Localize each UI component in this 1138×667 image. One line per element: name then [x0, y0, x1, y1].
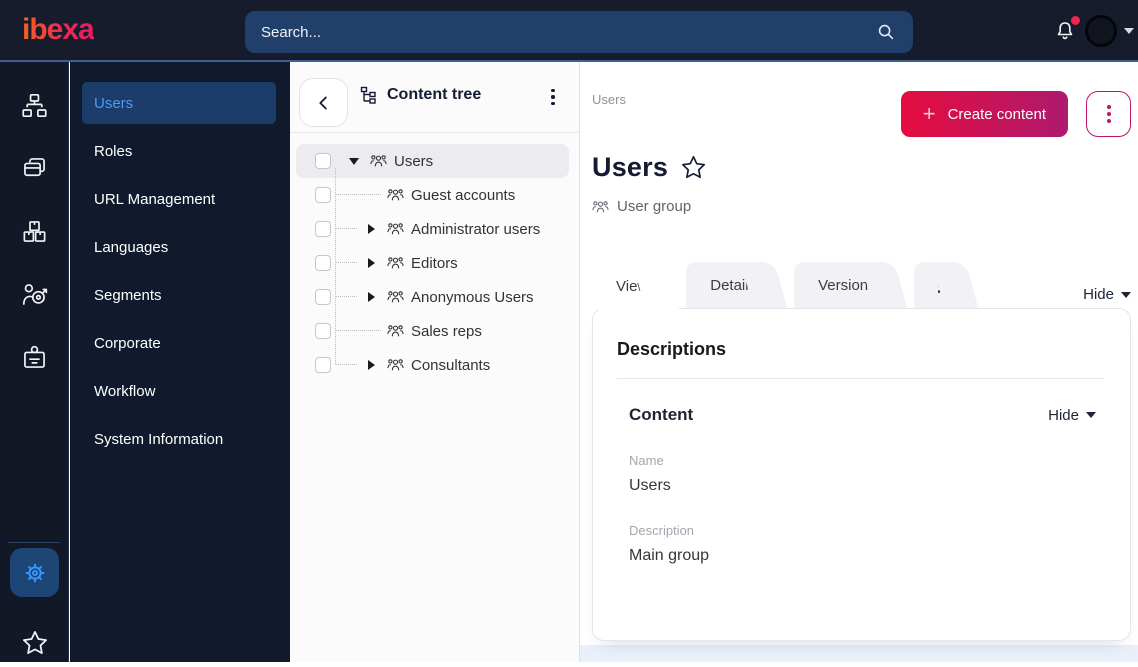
caret-collapsed-icon[interactable] — [364, 224, 378, 234]
caret-collapsed-icon[interactable] — [364, 292, 378, 302]
hide-all-toggle[interactable]: Hide — [1083, 286, 1131, 303]
view-tab-panel: Descriptions Content Hide Name Users Des… — [592, 308, 1131, 641]
rail-divider — [8, 542, 60, 543]
user-group-icon — [387, 187, 404, 203]
icon-rail — [0, 62, 69, 662]
search-icon[interactable] — [875, 21, 897, 43]
bottom-strip — [580, 645, 1138, 662]
caret-collapsed-icon[interactable] — [364, 258, 378, 268]
tab-bar: View Details Versions — [592, 262, 985, 310]
user-group-icon — [387, 323, 404, 339]
user-group-icon — [387, 255, 404, 271]
user-group-icon — [387, 357, 404, 373]
user-group-icon — [592, 200, 609, 212]
user-group-icon — [370, 153, 387, 169]
user-menu-caret-icon[interactable] — [1124, 28, 1134, 34]
hide-label: Hide — [1048, 406, 1079, 424]
tree-row-guest-accounts[interactable]: Guest accounts — [296, 178, 569, 212]
global-search[interactable] — [245, 11, 913, 53]
main-content: Users + Create content Users User group … — [580, 62, 1138, 662]
field-name: Name Users — [629, 453, 1104, 495]
tree-row-administrator-users[interactable]: Administrator users — [296, 212, 569, 246]
user-avatar[interactable] — [1085, 15, 1117, 47]
tree-children: Guest accounts Administrator users Edito… — [290, 168, 579, 382]
sidebar-item-url-management[interactable]: URL Management — [82, 178, 276, 220]
content-type-label: User group — [617, 198, 692, 215]
sidebar-item-roles[interactable]: Roles — [82, 130, 276, 172]
caret-expanded-icon[interactable] — [347, 157, 361, 165]
tree-row-users[interactable]: Users — [296, 144, 569, 178]
sidebar-item-users[interactable]: Users — [82, 82, 276, 124]
search-input[interactable] — [261, 23, 875, 41]
tab-details[interactable]: Details — [686, 262, 765, 308]
field-label: Description — [629, 523, 695, 538]
checkbox[interactable] — [315, 153, 331, 169]
card-divider — [617, 378, 1104, 379]
tree-row-consultants[interactable]: Consultants — [296, 348, 569, 382]
tab-view[interactable]: View — [592, 262, 657, 310]
pages-icon[interactable] — [5, 137, 63, 200]
sidebar-item-segments[interactable]: Segments — [82, 274, 276, 316]
personalization-icon[interactable] — [5, 263, 63, 326]
checkbox[interactable] — [315, 323, 331, 339]
topbar: ibexa — [0, 0, 1138, 62]
tree-row-sales-reps[interactable]: Sales reps — [296, 314, 569, 348]
create-content-label: Create content — [947, 105, 1046, 123]
user-group-icon — [387, 221, 404, 237]
products-icon[interactable] — [5, 200, 63, 263]
admin-sidebar: Users Roles URL Management Languages Seg… — [70, 62, 290, 662]
settings-gear-icon[interactable] — [10, 548, 59, 597]
bookmark-star-icon[interactable] — [680, 154, 707, 181]
checkbox[interactable] — [315, 221, 331, 237]
tree-row-label: Users — [394, 152, 434, 170]
content-tree-panel: Content tree Users Guest accounts Admini… — [290, 62, 580, 662]
sidebar-item-corporate[interactable]: Corporate — [82, 322, 276, 364]
field-description: Description Main group — [629, 523, 1104, 565]
caret-collapsed-icon[interactable] — [364, 360, 378, 370]
field-value: Users — [629, 477, 671, 494]
descriptions-heading: Descriptions — [617, 339, 727, 359]
plus-icon: + — [922, 101, 936, 126]
tree-options-kebab-icon[interactable] — [543, 86, 563, 108]
field-label: Name — [629, 453, 664, 468]
ibexa-logo[interactable]: ibexa — [22, 15, 95, 45]
tab-more-kebab-icon[interactable] — [913, 262, 956, 308]
checkbox[interactable] — [315, 187, 331, 203]
tree-row-label: Administrator users — [411, 220, 541, 238]
tree-row-label: Editors — [411, 254, 458, 272]
field-value: Main group — [629, 547, 710, 564]
notification-dot — [1071, 16, 1080, 25]
tree-panel-title: Content tree — [387, 86, 482, 103]
content-section-hide-toggle[interactable]: Hide — [1048, 407, 1096, 424]
sidebar-item-workflow[interactable]: Workflow — [82, 370, 276, 412]
content-actions-kebab-icon[interactable] — [1086, 91, 1131, 137]
chevron-left-icon — [318, 96, 327, 109]
caret-down-icon — [1086, 412, 1096, 418]
breadcrumb[interactable]: Users — [592, 92, 626, 107]
tree-row-editors[interactable]: Editors — [296, 246, 569, 280]
tab-versions[interactable]: Versions — [794, 262, 884, 308]
checkbox[interactable] — [315, 357, 331, 373]
tree-row-anonymous-users[interactable]: Anonymous Users — [296, 280, 569, 314]
tree-row-label: Anonymous Users — [411, 288, 534, 306]
checkbox[interactable] — [315, 289, 331, 305]
caret-down-icon — [1121, 291, 1131, 298]
sidebar-item-system-information[interactable]: System Information — [82, 418, 276, 460]
tree-row-label: Consultants — [411, 356, 491, 374]
notifications-button[interactable] — [1053, 16, 1080, 45]
sitemap-icon[interactable] — [5, 74, 63, 137]
bookmarks-star-icon[interactable] — [10, 618, 59, 667]
sidebar-item-languages[interactable]: Languages — [82, 226, 276, 268]
page-title: Users — [592, 152, 669, 182]
hide-label: Hide — [1083, 286, 1114, 303]
id-badge-icon[interactable] — [5, 326, 63, 389]
create-content-button[interactable]: + Create content — [900, 91, 1068, 137]
tree-row-label: Guest accounts — [411, 186, 516, 204]
content-tree-icon — [360, 86, 376, 104]
checkbox[interactable] — [315, 255, 331, 271]
collapse-tree-button[interactable] — [299, 78, 348, 127]
tree-row-label: Sales reps — [411, 322, 482, 340]
content-section-title: Content — [629, 405, 694, 424]
user-group-icon — [387, 289, 404, 305]
